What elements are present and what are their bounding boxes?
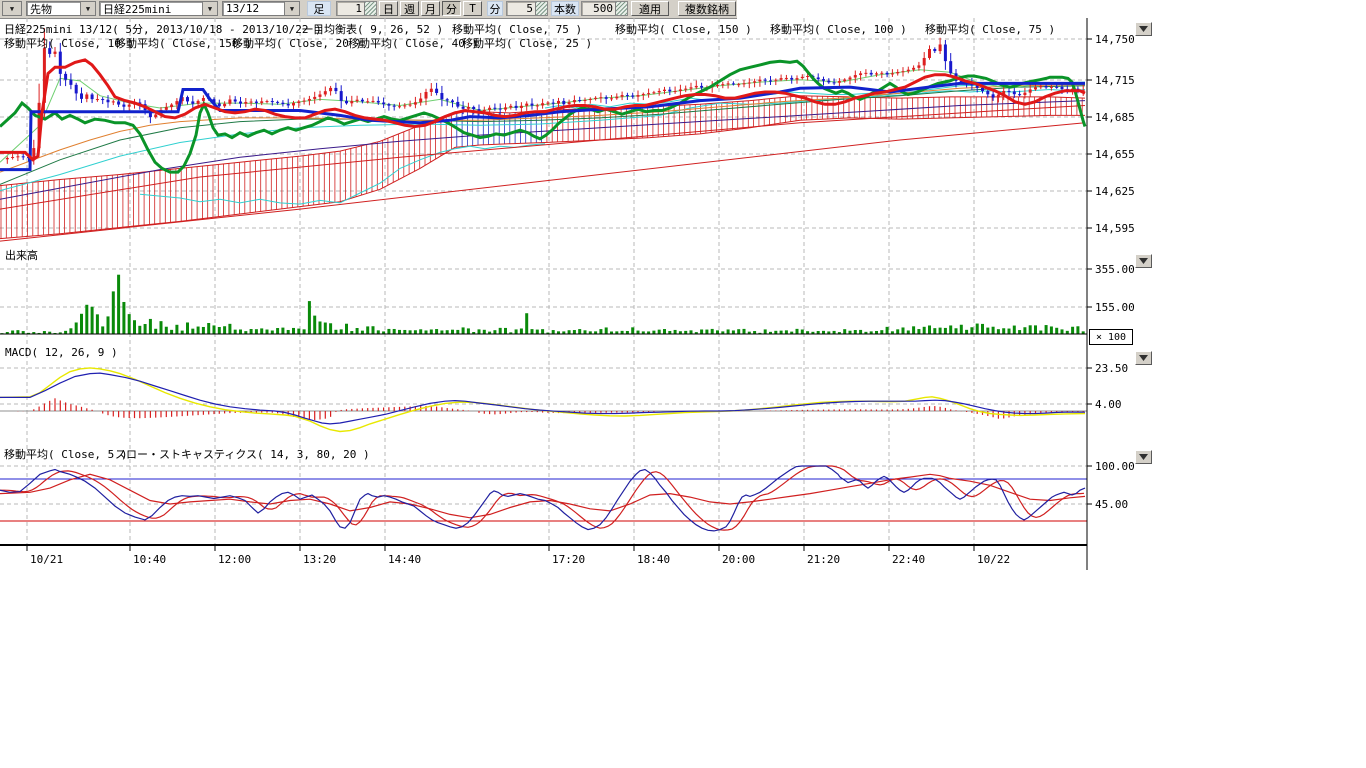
x-axis-label: 21:20 <box>807 553 840 566</box>
y-axis-label: 14,595 <box>1095 222 1135 235</box>
indicator-label: 移動平均( Close, 150 ) <box>615 21 752 37</box>
x-axis-label: 18:40 <box>637 553 670 566</box>
volume-multiplier-badge: × 100 <box>1089 329 1133 345</box>
indicator-label: 移動平均( Close, 25 ) <box>462 35 592 51</box>
x-axis-label: 10/22 <box>977 553 1010 566</box>
x-axis-label: 22:40 <box>892 553 925 566</box>
panel-scale-dropdown-button[interactable] <box>1135 254 1152 268</box>
y-axis-label: 155.00 <box>1095 301 1135 314</box>
indicator-label: スロー・ストキャスティクス( 14, 3, 80, 20 ) <box>115 446 370 462</box>
indicator-label: 移動平均( Close, 40 ) <box>348 35 478 51</box>
x-axis-label: 10/21 <box>30 553 63 566</box>
indicator-label: 移動平均( Close, 75 ) <box>925 21 1055 37</box>
x-axis-label: 10:40 <box>133 553 166 566</box>
y-axis-label: 14,625 <box>1095 185 1135 198</box>
y-axis-label: 45.00 <box>1095 498 1128 511</box>
trading-chart-window: ▼ 先物 ▼ 日経225mini ▼ 13/12 ▼ 足 1 日週月分T 分 5… <box>0 0 1366 768</box>
indicator-label: 移動平均( Close, 100 ) <box>770 21 907 37</box>
macd-panel-label: MACD( 12, 26, 9 ) <box>5 346 118 359</box>
x-axis-label: 20:00 <box>722 553 755 566</box>
panel-scale-dropdown-button[interactable] <box>1135 351 1152 365</box>
x-axis-label: 14:40 <box>388 553 421 566</box>
x-axis-label: 13:20 <box>303 553 336 566</box>
indicator-label: 移動平均( Close, 5 ) <box>4 446 127 462</box>
y-axis-label: 100.00 <box>1095 460 1135 473</box>
y-axis-label: 14,715 <box>1095 74 1135 87</box>
indicator-label: 移動平均( Close, 20 ) <box>232 35 362 51</box>
panel-scale-dropdown-button[interactable] <box>1135 22 1152 36</box>
y-axis-label: 23.50 <box>1095 362 1128 375</box>
y-axis-label: 14,655 <box>1095 148 1135 161</box>
y-axis-label: 14,750 <box>1095 33 1135 46</box>
chart-canvas: 14,750 14,715 14,685 14,655 14,625 14,595 355.… <box>0 0 1366 768</box>
y-axis-label: 4.00 <box>1095 398 1122 411</box>
y-axis-label: 355.00 <box>1095 263 1135 276</box>
y-axis-label: 14,685 <box>1095 111 1135 124</box>
panel-scale-dropdown-button[interactable] <box>1135 450 1152 464</box>
x-axis-label: 17:20 <box>552 553 585 566</box>
x-axis-label: 12:00 <box>218 553 251 566</box>
volume-panel-label: 出来高 <box>5 247 38 263</box>
